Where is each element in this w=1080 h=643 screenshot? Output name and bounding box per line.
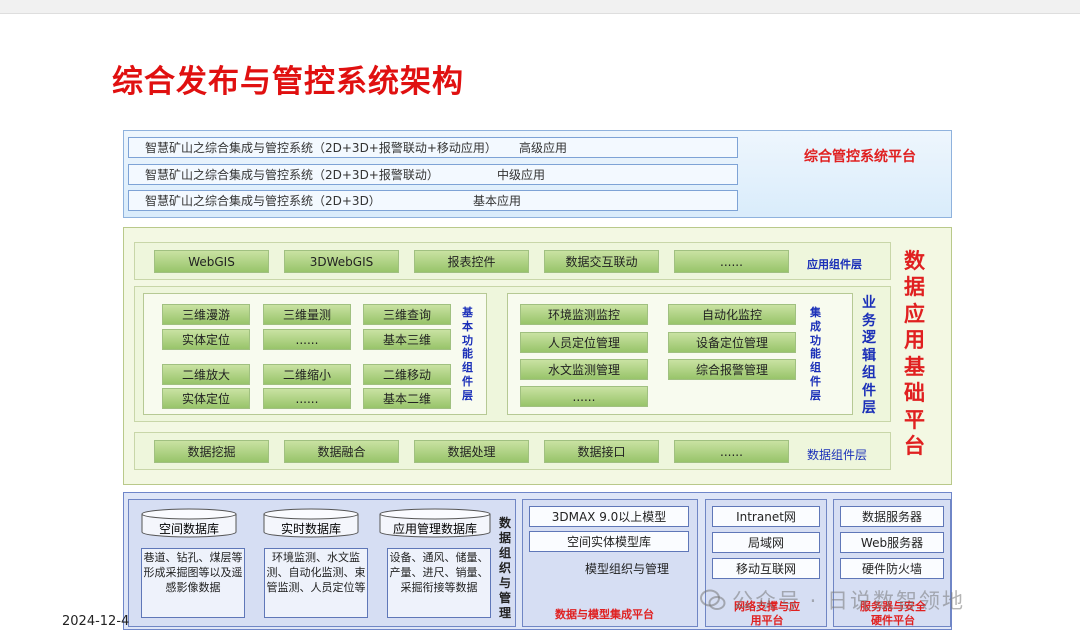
component-data-fusion: 数据融合: [284, 440, 399, 463]
component-data-interaction: 数据交互联动: [544, 250, 659, 273]
layer-label: 数据组件层: [807, 448, 868, 462]
date-label: 2024-12-4: [62, 614, 130, 629]
integrated-function-layer: 环境监测监控 人员定位管理 水文监测管理 ...... 自动化监控 设备定位管理…: [507, 293, 853, 415]
model-item: 空间实体模型库: [529, 531, 689, 552]
data-platform-label: 数据应用基础平台: [904, 249, 925, 459]
app-row-advanced: 智慧矿山之综合集成与管控系统（2D+3D+报警联动+移动应用） 高级应用: [128, 137, 738, 158]
database-contents: 环境监测、水文监测、自动化监测、束管监测、人员定位等: [264, 548, 368, 618]
basic-function-layer: 三维漫游 实体定位 二维放大 实体定位 三维量测 ...... 二维缩小 ...…: [143, 293, 487, 415]
integrated-layer-label: 集成功能组件层: [810, 306, 821, 402]
basic-item: ......: [263, 388, 351, 409]
integrated-control-platform-panel: 智慧矿山之综合集成与管控系统（2D+3D+报警联动+移动应用） 高级应用 智慧矿…: [123, 130, 952, 218]
page-title: 综合发布与管控系统架构: [112, 64, 464, 100]
data-application-platform-panel: WebGIS 3DWebGIS 报表控件 数据交互联动 ...... 应用组件层…: [123, 227, 952, 485]
wechat-icon: [700, 589, 726, 610]
model-sub-label: 模型组织与管理: [585, 562, 670, 576]
model-integration-section: 3DMAX 9.0以上模型 空间实体模型库 模型组织与管理 数据与模型集成平台: [522, 499, 698, 627]
network-item: Intranet网: [712, 506, 820, 527]
basic-item: 三维量测: [263, 304, 351, 325]
basic-item: ......: [263, 329, 351, 350]
integrated-item: 水文监测管理: [520, 359, 648, 380]
database-label: 实时数据库: [280, 522, 341, 536]
basic-layer-label: 基本功能组件层: [462, 306, 473, 402]
app-row-text: 智慧矿山之综合集成与管控系统（2D+3D）: [145, 194, 381, 208]
business-logic-label: 业务逻辑组件层: [862, 295, 876, 416]
integrated-item: 设备定位管理: [668, 332, 796, 353]
database-label: 空间数据库: [158, 522, 219, 536]
basic-item: 基本二维: [363, 388, 451, 409]
layer-label: 应用组件层: [807, 258, 862, 271]
component-more: ......: [674, 250, 789, 273]
network-item: 移动互联网: [712, 558, 820, 579]
watermark: 公众号 · 日说数智领地: [700, 585, 965, 615]
app-row-text: 智慧矿山之综合集成与管控系统（2D+3D+报警联动+移动应用）: [145, 141, 497, 155]
data-organization-section: 空间数据库 实时数据库 应用管理数据库 巷道、钻孔、煤层等形成采掘图等以及遥感影…: [128, 499, 516, 627]
basic-item: 二维放大: [162, 364, 250, 385]
database-label: 应用管理数据库: [392, 522, 477, 536]
app-row-level: 中级应用: [497, 168, 546, 182]
app-row-level: 高级应用: [519, 141, 568, 155]
basic-item: 基本三维: [363, 329, 451, 350]
server-item: 硬件防火墙: [840, 558, 944, 579]
integrated-item: 人员定位管理: [520, 332, 648, 353]
browser-top-bar: [0, 0, 1080, 14]
component-3dwebgis: 3DWebGIS: [284, 250, 399, 273]
app-component-layer: WebGIS 3DWebGIS 报表控件 数据交互联动 ...... 应用组件层: [134, 242, 891, 280]
network-item: 局域网: [712, 532, 820, 553]
data-component-layer: 数据挖掘 数据融合 数据处理 数据接口 ...... 数据组件层: [134, 432, 891, 470]
business-logic-layer: 三维漫游 实体定位 二维放大 实体定位 三维量测 ...... 二维缩小 ...…: [134, 286, 891, 422]
component-data-interface: 数据接口: [544, 440, 659, 463]
component-data-processing: 数据处理: [414, 440, 529, 463]
basic-item: 二维缩小: [263, 364, 351, 385]
server-item: 数据服务器: [840, 506, 944, 527]
integrated-item: 环境监测监控: [520, 304, 648, 325]
basic-item: 实体定位: [162, 329, 250, 350]
model-item: 3DMAX 9.0以上模型: [529, 506, 689, 527]
app-row-basic: 智慧矿山之综合集成与管控系统（2D+3D） 基本应用: [128, 190, 738, 211]
integrated-item: 综合报警管理: [668, 359, 796, 380]
app-row-text: 智慧矿山之综合集成与管控系统（2D+3D+报警联动）: [145, 168, 439, 182]
integrated-item: 自动化监控: [668, 304, 796, 325]
basic-item: 二维移动: [363, 364, 451, 385]
component-data-mining: 数据挖掘: [154, 440, 269, 463]
basic-item: 三维漫游: [162, 304, 250, 325]
database-contents: 设备、通风、储量、产量、进尺、销量、采掘衔接等数据: [387, 548, 491, 618]
component-more: ......: [674, 440, 789, 463]
basic-item: 三维查询: [363, 304, 451, 325]
platform-label: 综合管控系统平台: [804, 149, 916, 165]
component-report: 报表控件: [414, 250, 529, 273]
watermark-text: 公众号 · 日说数智领地: [732, 589, 966, 613]
integrated-item: ......: [520, 386, 648, 407]
model-platform-label: 数据与模型集成平台: [555, 608, 654, 621]
app-row-level: 基本应用: [473, 194, 522, 208]
app-row-intermediate: 智慧矿山之综合集成与管控系统（2D+3D+报警联动） 中级应用: [128, 164, 738, 185]
data-org-label: 数据组织与管理: [499, 516, 512, 620]
component-webgis: WebGIS: [154, 250, 269, 273]
server-item: Web服务器: [840, 532, 944, 553]
basic-item: 实体定位: [162, 388, 250, 409]
database-contents: 巷道、钻孔、煤层等形成采掘图等以及遥感影像数据: [141, 548, 245, 618]
